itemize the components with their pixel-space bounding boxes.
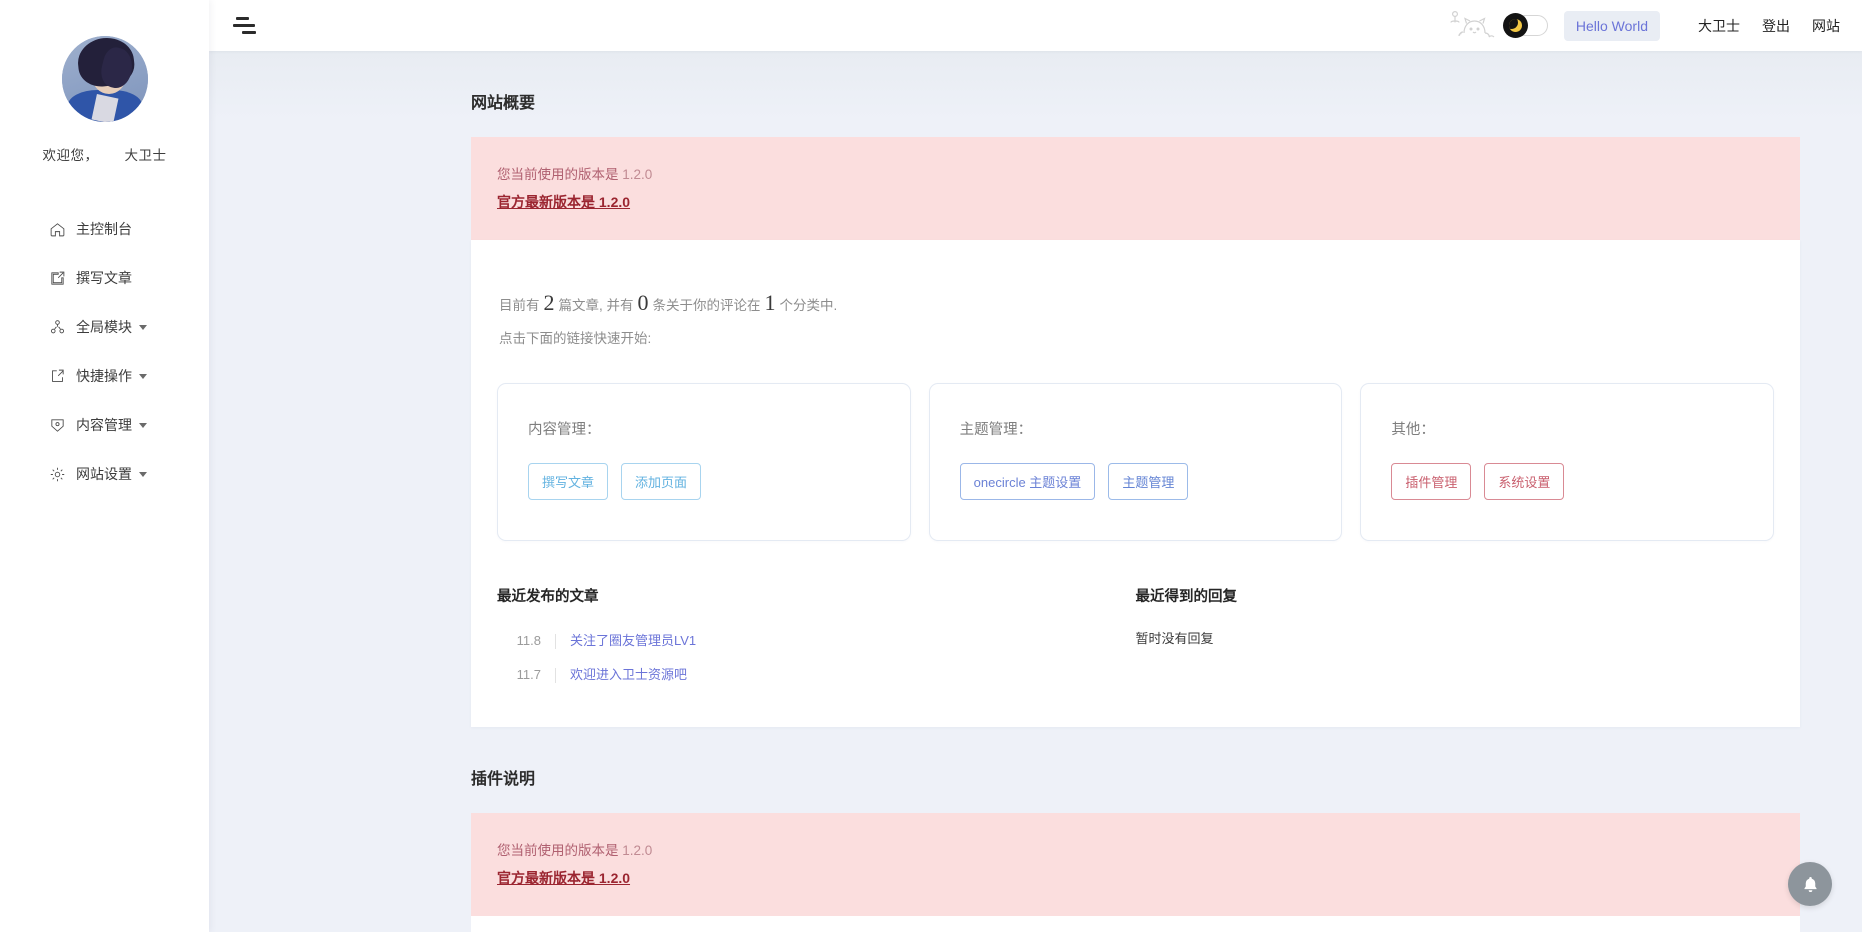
site-stats-line: 目前有 2 篇文章, 并有 0 条关于你的评论在 1 个分类中.: [499, 280, 1774, 325]
recent-posts-title: 最近发布的文章: [497, 588, 599, 605]
post-date: 11.8: [516, 632, 541, 648]
current-version-value: 1.2.0: [622, 843, 653, 859]
avatar-container: [0, 0, 209, 122]
quick-card-buttons: onecircle 主题设置 主题管理: [959, 462, 1312, 500]
export-icon: [48, 367, 67, 386]
sidebar-item-label: 内容管理: [76, 417, 132, 433]
stats-post-count: 2: [543, 290, 555, 315]
onecircle-theme-settings-button[interactable]: onecircle 主题设置: [959, 462, 1096, 500]
dark-mode-toggle[interactable]: [1502, 12, 1548, 38]
topbar-link-profile[interactable]: 大卫士: [1698, 16, 1740, 36]
write-post-button[interactable]: 撰写文章: [528, 462, 609, 500]
latest-version-link[interactable]: 官方最新版本是 1.2.0: [497, 194, 630, 210]
version-alert-plugin: 您当前使用的版本是 1.2.0 官方最新版本是 1.2.0: [471, 813, 1800, 917]
app-root: 欢迎您， 大卫士 主控制台 撰写文章 全局模块 快捷操作 内容管理 网站设置 H…: [0, 0, 1862, 932]
cat-doodle-icon: [1442, 9, 1504, 43]
avatar[interactable]: [61, 36, 148, 122]
bell-icon: [1803, 876, 1817, 892]
stats-category-count: 1: [764, 290, 776, 315]
sidebar-item-quick-actions[interactable]: 快捷操作: [48, 357, 209, 395]
stats-comment-count: 0: [637, 290, 649, 315]
notification-fab[interactable]: [1788, 862, 1832, 906]
quick-links-row: 内容管理： 撰写文章 添加页面 主题管理： onecircle 主题设置 主题管…: [497, 382, 1775, 541]
sidebar-item-label: 全局模块: [76, 319, 132, 335]
cluster-icon: [48, 318, 67, 337]
quick-card-buttons: 撰写文章 添加页面: [528, 462, 880, 500]
current-version-line: 您当前使用的版本是 1.2.0: [497, 837, 1774, 864]
page-title-overview: 网站概要: [471, 95, 536, 112]
welcome-text: 欢迎您， 大卫士: [0, 144, 209, 164]
chevron-down-icon: [139, 471, 147, 477]
recent-posts-section: 最近发布的文章 11.8 关注了圈友管理员LV1 11.7 欢迎进入卫士资源吧: [497, 585, 1136, 693]
recent-replies-section: 最近得到的回复 暂时没有回复: [1136, 585, 1775, 693]
recent-replies-empty: 暂时没有回复: [1135, 630, 1214, 646]
current-version-prefix: 您当前使用的版本是: [497, 167, 619, 182]
list-item: 11.8 关注了圈友管理员LV1: [497, 624, 1136, 659]
sidebar-item-global-modules[interactable]: 全局模块: [48, 308, 209, 346]
quick-card-content: 内容管理： 撰写文章 添加页面: [497, 382, 911, 541]
shield-icon: [48, 416, 67, 435]
sidebar-item-site-settings[interactable]: 网站设置: [48, 455, 209, 493]
sidebar: 欢迎您， 大卫士 主控制台 撰写文章 全局模块 快捷操作 内容管理 网站设置: [0, 0, 209, 932]
stats-text-2: 篇文章, 并有: [558, 298, 634, 313]
post-title-link[interactable]: 关注了圈友管理员LV1: [570, 629, 696, 654]
chevron-down-icon: [139, 373, 147, 379]
sidebar-item-write-post[interactable]: 撰写文章: [48, 259, 209, 297]
sidebar-nav: 主控制台 撰写文章 全局模块 快捷操作 内容管理 网站设置: [0, 210, 209, 493]
edit-square-icon: [48, 269, 67, 288]
home-icon: [48, 220, 67, 239]
content-area: Hello World 大卫士 登出 网站 网站概要 您当前使用的版本是 1.2…: [209, 0, 1862, 932]
quick-card-label: 其他：: [1391, 421, 1435, 438]
sidebar-item-label: 快捷操作: [76, 368, 132, 384]
stats-text-1: 目前有: [499, 298, 540, 313]
hamburger-icon[interactable]: [233, 15, 261, 37]
chevron-down-icon: [139, 422, 147, 428]
current-version-prefix: 您当前使用的版本是: [497, 843, 619, 859]
main-scroll-area: 网站概要 您当前使用的版本是 1.2.0 官方最新版本是 1.2.0 目前有 2 篇…: [209, 51, 1862, 932]
post-title-link[interactable]: 欢迎进入卫士资源吧: [570, 663, 687, 688]
chevron-down-icon: [139, 324, 147, 330]
version-alert-overview: 您当前使用的版本是 1.2.0 官方最新版本是 1.2.0: [471, 137, 1800, 240]
main-inner: 网站概要 您当前使用的版本是 1.2.0 官方最新版本是 1.2.0 目前有 2 篇…: [209, 51, 1862, 932]
topbar-link-site[interactable]: 网站: [1812, 16, 1840, 36]
welcome-username: 大卫士: [124, 148, 167, 163]
sidebar-item-content-management[interactable]: 内容管理: [48, 406, 209, 444]
recent-replies-title: 最近得到的回复: [1135, 588, 1238, 605]
moon-icon: [1502, 12, 1528, 38]
latest-version-link[interactable]: 官方最新版本是 1.2.0: [497, 870, 630, 886]
stats-text-3: 条关于你的评论在: [652, 298, 761, 313]
plugin-management-button[interactable]: 插件管理: [1391, 462, 1472, 500]
post-date: 11.7: [516, 667, 541, 683]
stats-hint: 点击下面的链接快速开始:: [499, 331, 652, 347]
quick-card-label: 主题管理：: [959, 421, 1033, 438]
plugin-description-card: SimpleAdmin是一款即插即用的typecho后台美化插件。建议使用 ph…: [471, 916, 1800, 932]
quick-card-other: 其他： 插件管理 系统设置: [1360, 382, 1775, 541]
overview-card: 目前有 2 篇文章, 并有 0 条关于你的评论在 1 个分类中. 点击下面的链接快速开始: …: [471, 240, 1800, 728]
system-settings-button[interactable]: 系统设置: [1484, 462, 1565, 500]
gear-icon: [48, 465, 67, 484]
topbar-link-logout[interactable]: 登出: [1762, 16, 1790, 36]
theme-management-button[interactable]: 主题管理: [1108, 462, 1189, 500]
page-title-plugin: 插件说明: [471, 771, 536, 789]
current-version-value: 1.2.0: [622, 167, 653, 182]
add-page-button[interactable]: 添加页面: [621, 462, 702, 500]
quick-card-theme: 主题管理： onecircle 主题设置 主题管理: [928, 382, 1343, 541]
list-item: 11.7 欢迎进入卫士资源吧: [497, 658, 1136, 693]
sidebar-item-dashboard[interactable]: 主控制台: [48, 210, 209, 248]
site-stats: 目前有 2 篇文章, 并有 0 条关于你的评论在 1 个分类中. 点击下面的链接快速开始:: [497, 266, 1774, 355]
divider: [555, 633, 556, 649]
stats-text-4: 个分类中.: [779, 298, 838, 313]
welcome-greeting: 欢迎您，: [42, 148, 99, 163]
sidebar-item-label: 网站设置: [76, 466, 132, 482]
site-name-pill[interactable]: Hello World: [1563, 10, 1660, 41]
sidebar-item-label: 主控制台: [76, 221, 132, 237]
quick-card-label: 内容管理：: [528, 421, 601, 438]
recent-sections: 最近发布的文章 11.8 关注了圈友管理员LV1 11.7 欢迎进入卫士资源吧: [497, 585, 1774, 727]
topbar-right: Hello World 大卫士 登出 网站: [1442, 9, 1840, 43]
topbar: Hello World 大卫士 登出 网站: [209, 0, 1862, 51]
sidebar-item-label: 撰写文章: [76, 270, 132, 286]
current-version-line: 您当前使用的版本是 1.2.0: [497, 161, 1774, 188]
quick-card-buttons: 插件管理 系统设置: [1391, 462, 1743, 500]
divider: [555, 668, 556, 684]
